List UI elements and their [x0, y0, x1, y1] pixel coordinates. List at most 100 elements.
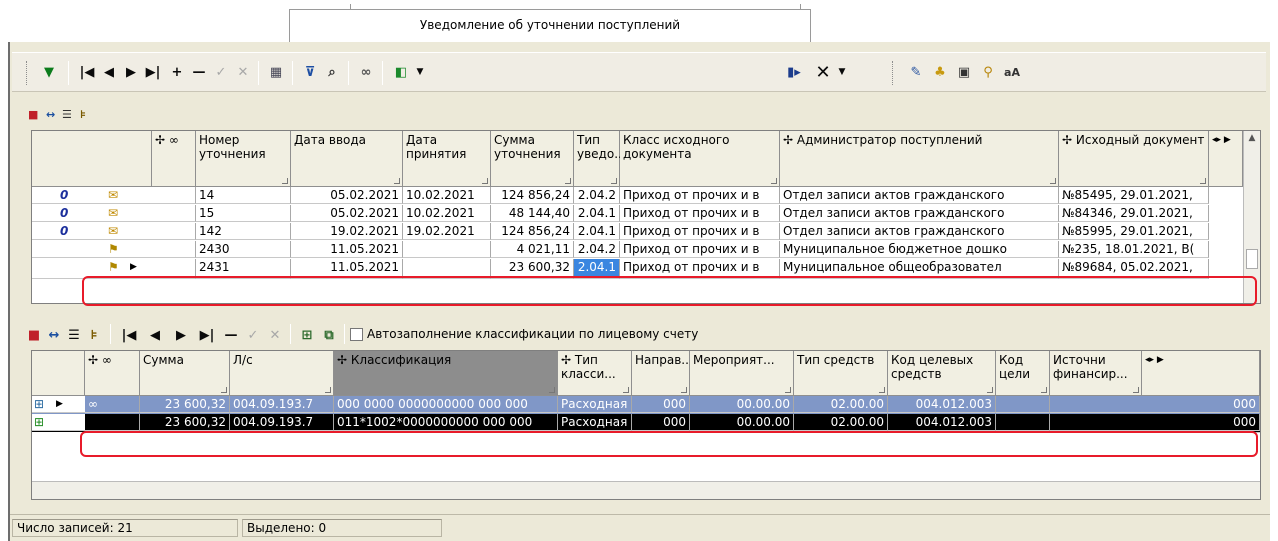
calendar-icon[interactable]: ▣ — [954, 63, 974, 81]
checkbox-icon[interactable] — [350, 328, 363, 341]
col-header-source-doc[interactable]: ✢ Исходный документ — [1059, 131, 1209, 187]
cell-amount[interactable]: 23 600,32 — [491, 259, 574, 279]
cell-class-type[interactable]: Расходная — [558, 414, 632, 431]
col-scroll-arrows[interactable]: ◂▸ ▶ — [1209, 131, 1243, 187]
delete-record-icon[interactable]: — — [190, 63, 208, 81]
filter-down-icon[interactable]: ▼ — [38, 63, 60, 81]
cell-direction[interactable]: 000 — [632, 396, 690, 413]
link-column-header[interactable]: ✢ ∞ — [85, 351, 140, 396]
export-icon[interactable]: ▮▸ — [782, 63, 806, 81]
prev-record-icon[interactable]: ◀ — [100, 63, 118, 81]
cell-classification[interactable]: 000 0000 0000000000 000 000 — [334, 396, 558, 413]
vertical-scrollbar[interactable]: ▲ — [1243, 131, 1260, 303]
cell-source[interactable]: 000 — [1050, 414, 1260, 431]
scroll-thumb[interactable] — [1246, 249, 1258, 269]
list-icon[interactable]: ☰ — [66, 326, 82, 344]
toolbar-grip[interactable] — [892, 61, 894, 85]
table-row-active[interactable]: ⊞ 23 600,32 004.09.193.7 011*1002*000000… — [32, 414, 1260, 432]
col-header-goal-code[interactable]: Код цели — [996, 351, 1050, 396]
close-icon[interactable]: ✕ — [812, 62, 834, 83]
cell-source[interactable]: 000 — [1050, 396, 1260, 413]
cell-account[interactable]: 004.09.193.7 — [230, 396, 334, 413]
bell-icon[interactable]: ♣ — [930, 63, 950, 81]
cell-type-active[interactable]: 2.04.1 — [574, 259, 620, 279]
cell-event[interactable]: 00.00.00 — [690, 414, 794, 431]
filter-icon[interactable]: ⊽ — [300, 63, 320, 81]
last-record-icon[interactable]: ▶| — [198, 326, 216, 344]
col-header-doc-class[interactable]: Класс исходного документа — [620, 131, 780, 187]
cell-source-doc[interactable]: №89684, 05.02.2021, — [1059, 259, 1209, 279]
cell-doc-class[interactable]: Приход от прочих и в — [620, 259, 780, 279]
cell-target-code[interactable]: 004.012.003 — [888, 414, 996, 431]
cell-fund-type[interactable]: 02.00.00 — [794, 414, 888, 431]
chevron-down-icon[interactable]: ▼ — [414, 63, 426, 81]
tree-icon[interactable]: ⊧ — [86, 326, 102, 344]
cell-goal-code[interactable] — [996, 396, 1050, 413]
cell-sum[interactable]: 23 600,32 — [140, 396, 230, 413]
database-icon[interactable]: ◧ — [390, 63, 412, 81]
table-row[interactable]: 0 ✉ 142 19.02.2021 19.02.2021 124 856,24 … — [32, 223, 1243, 241]
cell-classification[interactable]: 011*1002*0000000000 000 000 — [334, 414, 558, 431]
col-header-type[interactable]: Тип уведо... — [574, 131, 626, 187]
cell-direction[interactable]: 000 — [632, 414, 690, 431]
cell-target-code[interactable]: 004.012.003 — [888, 396, 996, 413]
expand-plus-icon[interactable]: ⊞ — [34, 396, 44, 412]
edit-doc-icon[interactable]: ✎ — [906, 63, 926, 81]
insert-icon[interactable]: ⊞ — [298, 326, 316, 344]
cell-administrator[interactable]: Муниципальное общеобразовател — [780, 259, 1059, 279]
col-header-fund-type[interactable]: Тип средств — [794, 351, 888, 396]
cell-entry-date[interactable]: 11.05.2021 — [291, 259, 403, 279]
col-header-accept-date[interactable]: Дата принятия — [403, 131, 491, 187]
link-icon[interactable]: ∞ — [356, 63, 376, 81]
expand-plus-icon[interactable]: ⊞ — [34, 414, 44, 430]
table-row[interactable]: 0 ✉ 14 05.02.2021 10.02.2021 124 856,24 2… — [32, 187, 1243, 205]
cell-sum[interactable]: 23 600,32 — [140, 414, 230, 431]
cell-goal-code[interactable] — [996, 414, 1050, 431]
col-header-account[interactable]: Л/с — [230, 351, 334, 396]
col-header-target-code[interactable]: Код целевых средств — [888, 351, 996, 396]
expand-icon[interactable]: ↔ — [46, 326, 62, 344]
toolbar-grip[interactable] — [26, 61, 28, 85]
cell-account[interactable]: 004.09.193.7 — [230, 414, 334, 431]
horizontal-scrollbar[interactable] — [32, 481, 1260, 499]
cell-accept-date[interactable] — [403, 259, 491, 279]
col-header-event[interactable]: Мероприят... — [690, 351, 794, 396]
col-header-class-type[interactable]: ✢ Тип класси... — [558, 351, 632, 396]
cell-number[interactable]: 2431 — [196, 259, 291, 279]
col-header-number[interactable]: Номер уточнения — [196, 131, 291, 187]
tree-icon[interactable]: ⊧ — [80, 108, 86, 124]
add-row-icon[interactable]: ■ — [28, 108, 38, 124]
table-row[interactable]: ⚑ 2430 11.05.2021 4 021,11 2.04.2 Приход… — [32, 241, 1243, 259]
cell-fund-type[interactable]: 02.00.00 — [794, 396, 888, 413]
add-row-icon[interactable]: ■ — [26, 326, 42, 344]
calculator-icon[interactable]: ▦ — [266, 63, 286, 81]
next-record-icon[interactable]: ▶ — [122, 63, 140, 81]
tab-notification[interactable]: Уведомление об уточнении поступлений — [289, 9, 811, 43]
col-header-source[interactable]: Источни финансир... — [1050, 351, 1142, 396]
col-header-amount[interactable]: Сумма уточнения — [491, 131, 574, 187]
col-header-entry-date[interactable]: Дата ввода — [291, 131, 403, 187]
find-icon[interactable]: ⌕ — [322, 63, 342, 81]
next-record-icon[interactable]: ▶ — [172, 326, 190, 344]
search-people-icon[interactable]: ⚲ — [978, 63, 998, 81]
link-column-header[interactable]: ✢ ∞ — [152, 131, 196, 187]
first-record-icon[interactable]: |◀ — [120, 326, 138, 344]
last-record-icon[interactable]: ▶| — [144, 63, 162, 81]
add-record-icon[interactable]: + — [168, 63, 186, 81]
col-scroll-arrows[interactable]: ◂▸ ▶ — [1142, 351, 1260, 396]
list-icon[interactable]: ☰ — [62, 108, 72, 124]
cancel-icon[interactable]: ✕ — [234, 63, 252, 81]
table-row-selected[interactable]: ⊞ ▶ ∞ 23 600,32 004.09.193.7 000 0000 000… — [32, 396, 1260, 414]
expand-icon[interactable]: ↔ — [46, 108, 55, 124]
scroll-up-icon[interactable]: ▲ — [1245, 133, 1259, 143]
delete-record-icon[interactable]: — — [222, 326, 240, 344]
prev-record-icon[interactable]: ◀ — [146, 326, 164, 344]
col-header-sum[interactable]: Сумма — [140, 351, 230, 396]
col-header-direction[interactable]: Направ.. — [632, 351, 690, 396]
table-row-selected[interactable]: ⚑ ▶ 2431 11.05.2021 23 600,32 2.04.1 Прих… — [32, 259, 1243, 279]
copy-icon[interactable]: ⧉ — [320, 326, 338, 344]
font-icon[interactable]: aA — [1002, 63, 1022, 81]
cell-class-type[interactable]: Расходная — [558, 396, 632, 413]
autofill-checkbox[interactable]: Автозаполнение классификации по лицевому… — [350, 327, 698, 341]
apply-icon[interactable]: ✓ — [244, 326, 262, 344]
